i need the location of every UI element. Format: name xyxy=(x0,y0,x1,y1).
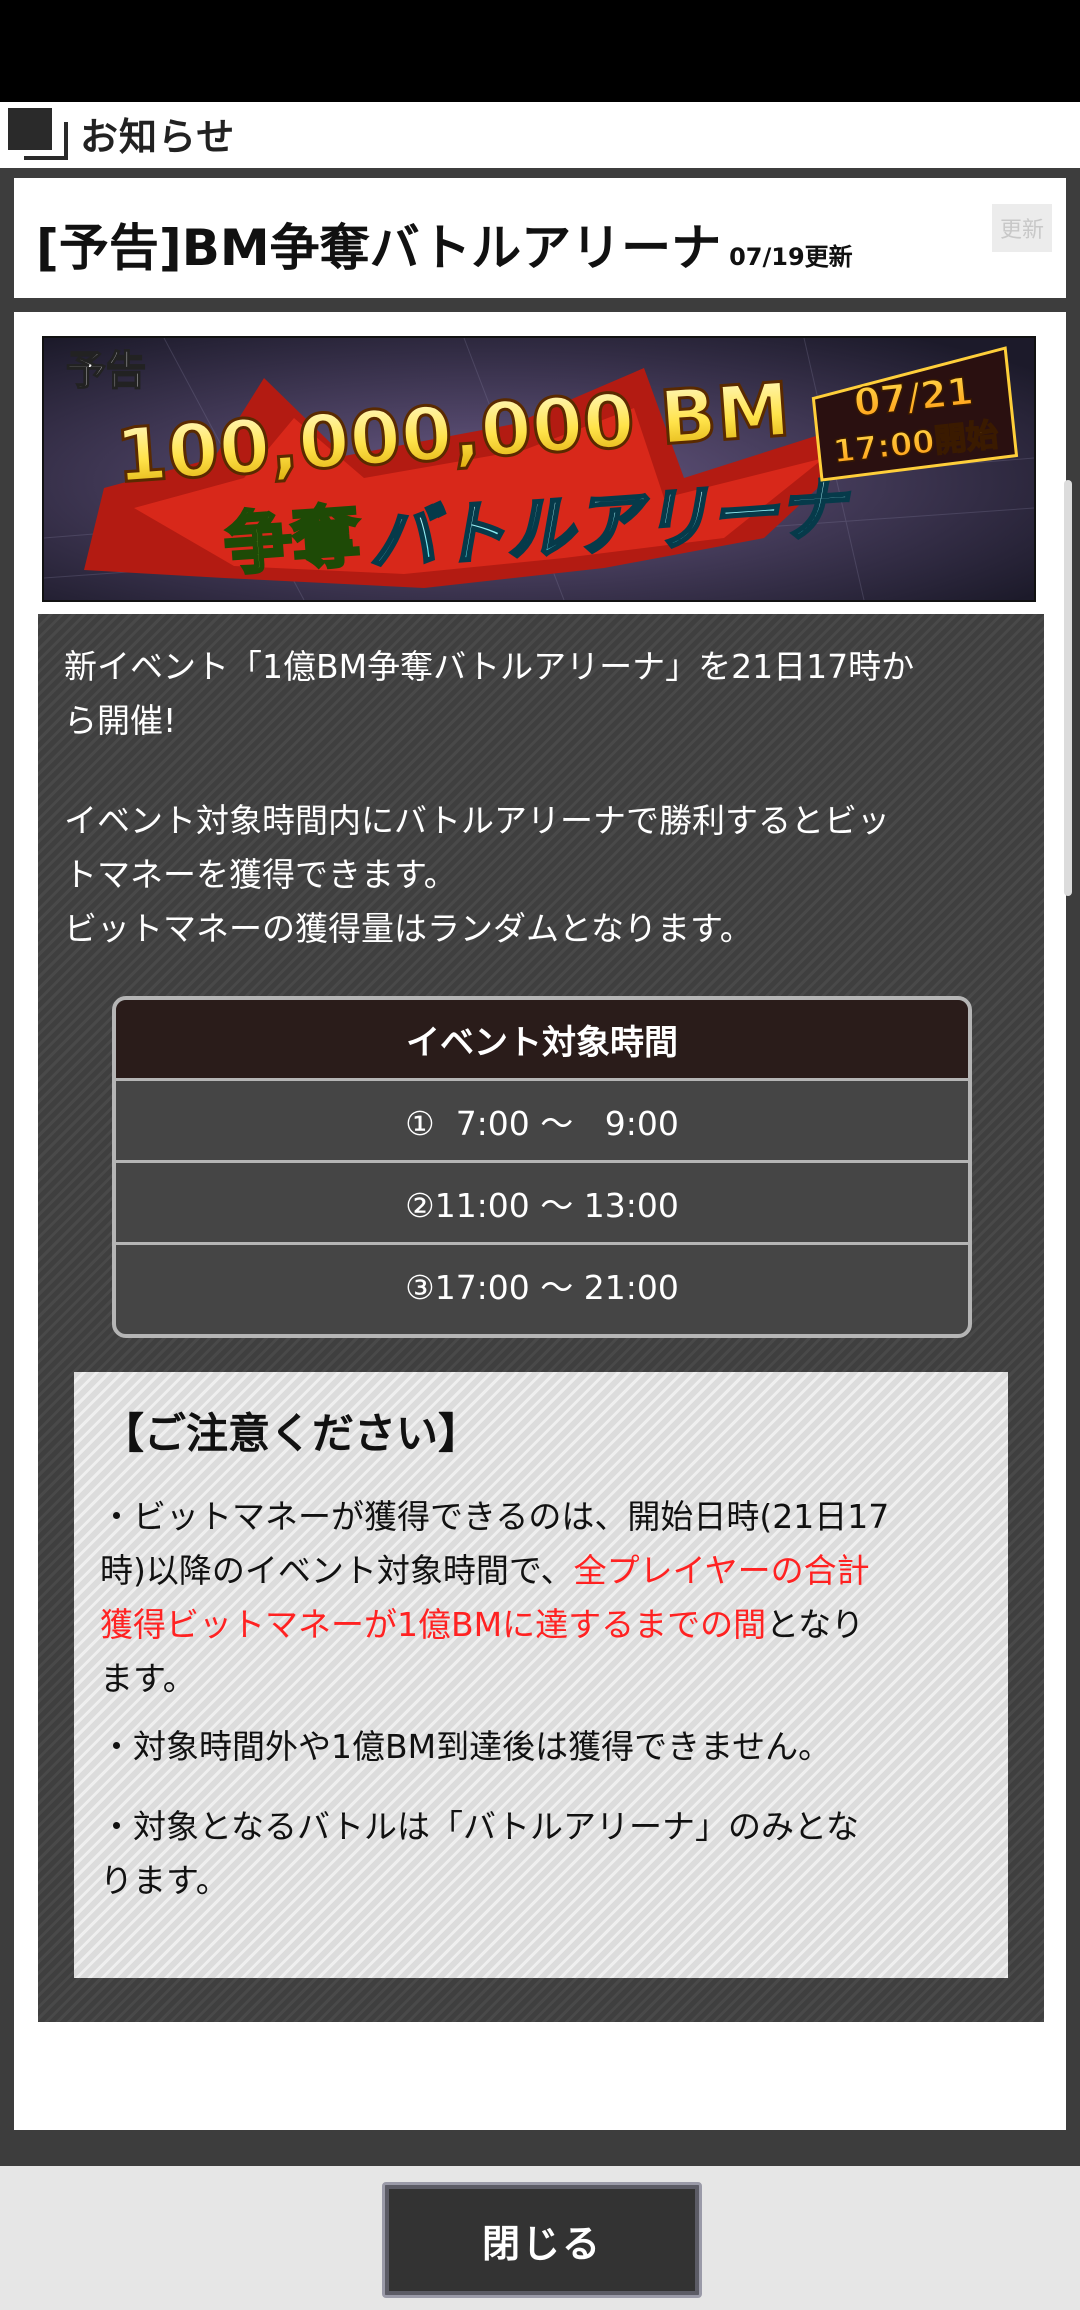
caution-paragraph-1: ・ビットマネーが獲得できるのは、開始日時(21日17 時)以降のイベント対象時間… xyxy=(100,1497,890,1698)
status-bar xyxy=(0,0,1080,102)
header-bar: お知らせ xyxy=(0,102,1080,168)
caution-highlight: 獲得ビットマネーが1億BMに達するまでの間 xyxy=(100,1605,767,1644)
schedule-header: イベント対象時間 xyxy=(116,1000,968,1081)
notice-title-text: [予告]BM争奪バトルアリーナ xyxy=(36,219,722,277)
banner-tag: 予告 xyxy=(65,347,147,395)
header-title: お知らせ xyxy=(80,115,236,159)
intro-paragraph: 新イベント「1億BM争奪バトルアリーナ」を21日17時か ら開催! xyxy=(64,647,915,740)
notice-date: 07/19更新 xyxy=(729,243,853,271)
caution-highlight: 全プレイヤーの合計 xyxy=(573,1551,870,1590)
notice-title-bar: [予告]BM争奪バトルアリーナ 07/19更新 更新 xyxy=(14,178,1066,298)
notice-icon xyxy=(8,108,68,160)
notice-content: 予告 100,000,000 BM 争奪 バトルアリーナ 07/21 17:00… xyxy=(14,312,1066,2130)
scrollbar[interactable] xyxy=(1064,480,1072,896)
notice-title: [予告]BM争奪バトルアリーナ 07/19更新 xyxy=(36,208,853,280)
footer-bar: 閉じる xyxy=(0,2166,1080,2310)
schedule-row: ②11:00 〜 13:00 xyxy=(116,1163,968,1245)
close-button[interactable]: 閉じる xyxy=(382,2182,702,2298)
caution-title: 【ご注意ください】 xyxy=(102,1409,481,1458)
svg-text:予告: 予告 xyxy=(66,348,146,394)
schedule-row: ③17:00 〜 21:00 xyxy=(405,1267,679,1307)
update-button[interactable]: 更新 xyxy=(992,204,1052,252)
schedule-row: ① 7:00 〜 9:00 xyxy=(116,1081,968,1163)
schedule-table: イベント対象時間 ① 7:00 〜 9:00 ②11:00 〜 13:00 ③1… xyxy=(112,996,972,1338)
event-info-panel: 新イベント「1億BM争奪バトルアリーナ」を21日17時か ら開催! イベント対象… xyxy=(38,614,1044,2022)
caution-paragraph-3: ・対象となるバトルは「バトルアリーナ」のみとな ります。 xyxy=(100,1807,859,1900)
reward-paragraph: イベント対象時間内にバトルアリーナで勝利するとビッ トマネーを獲得できます。 ビ… xyxy=(64,801,890,948)
caution-box: 【ご注意ください】 ・ビットマネーが獲得できるのは、開始日時(21日17 時)以… xyxy=(74,1372,1008,1978)
banner-subtitle-a: 争奪 xyxy=(222,497,364,585)
caution-paragraph-2: ・対象時間外や1億BM到達後は獲得できません。 xyxy=(100,1727,832,1766)
event-banner: 予告 100,000,000 BM 争奪 バトルアリーナ 07/21 17:00… xyxy=(42,336,1036,602)
